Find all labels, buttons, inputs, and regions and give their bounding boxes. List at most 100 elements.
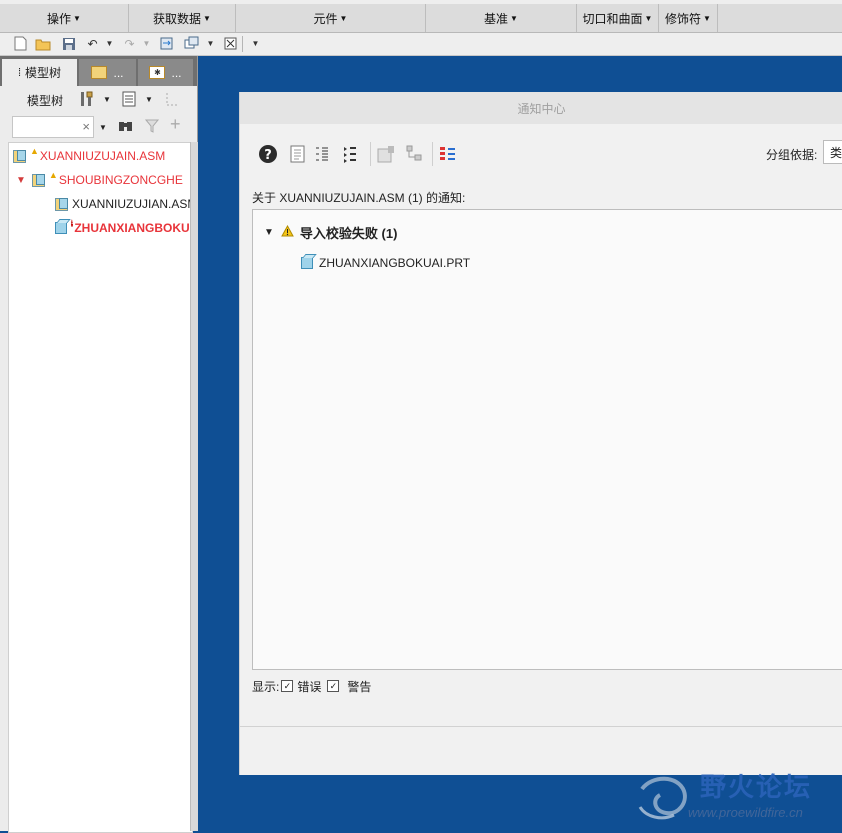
tree-icon: ⁞ xyxy=(17,66,22,79)
tree-item-label: SHOUBINGZONCGHE xyxy=(58,173,183,187)
error-icon: ! xyxy=(71,219,74,227)
svg-text:?: ? xyxy=(264,148,272,163)
settings-dropdown-icon[interactable]: ▼ xyxy=(103,95,111,104)
tab-layers[interactable]: ... xyxy=(79,59,136,86)
undo-icon[interactable]: ↶ xyxy=(84,35,101,52)
regenerate-icon[interactable] xyxy=(158,35,175,52)
close-window-icon[interactable] xyxy=(222,35,239,52)
expand-all-icon[interactable] xyxy=(312,144,332,164)
model-structure-icon[interactable] xyxy=(404,144,424,164)
sort-priority-icon[interactable] xyxy=(438,144,458,164)
clear-search-icon[interactable]: × xyxy=(82,119,90,134)
assembly-icon xyxy=(13,149,26,163)
undo-dropdown-icon[interactable]: ▼ xyxy=(101,35,118,52)
warnings-label: 警告 xyxy=(347,679,372,694)
tree-item-label: ZHUANXIANGBOKUAI.PRT xyxy=(74,221,192,235)
ribbon-group-label: 元件 xyxy=(313,11,338,26)
tab-label: 模型树 xyxy=(25,66,62,80)
watermark-title: 野火论坛 xyxy=(700,773,813,803)
settings-tools-icon[interactable] xyxy=(78,90,96,108)
assembly-icon xyxy=(31,173,45,187)
customize-toolbar-icon[interactable]: ▼ xyxy=(247,35,264,52)
windows-dropdown-icon[interactable]: ▼ xyxy=(202,35,219,52)
redo-icon[interactable]: ↷ xyxy=(121,35,138,52)
errors-label: 错误 xyxy=(297,679,322,694)
search-dropdown-icon[interactable]: ▼ xyxy=(99,123,107,132)
show-list-icon[interactable] xyxy=(120,90,138,108)
warning-icon: ▲ xyxy=(48,170,58,180)
warning-icon: ▲ xyxy=(30,146,39,156)
details-icon[interactable] xyxy=(288,144,308,164)
dialog-footer-divider xyxy=(240,726,842,727)
chevron-down-icon: ▼ xyxy=(510,13,518,23)
chevron-down-icon: ▼ xyxy=(73,13,81,23)
funnel-filter-icon[interactable] xyxy=(144,117,160,135)
show-label: 显示: xyxy=(252,679,280,694)
find-binoculars-icon[interactable] xyxy=(117,117,135,135)
model-tree: ▲ XUANNIUZUJAIN.ASM ▼ ▲ SHOUBINGZONCGHE … xyxy=(8,142,193,833)
open-folder-icon[interactable] xyxy=(34,35,51,52)
ribbon-group-label: 获取数据 xyxy=(153,11,202,26)
tree-row[interactable]: ▼ ▲ SHOUBINGZONCGHE xyxy=(16,169,192,191)
ribbon-group-label: 基准 xyxy=(484,11,509,26)
panel-splitter[interactable] xyxy=(190,142,198,831)
warning-triangle-icon xyxy=(281,224,294,240)
part-icon xyxy=(55,222,67,234)
watermark-logo xyxy=(638,776,687,820)
tree-item-label: XUANNIUZUJAIN.ASM xyxy=(39,149,166,163)
collapse-all-icon[interactable] xyxy=(340,144,360,164)
star-folder-icon: ✱ xyxy=(149,66,166,79)
group-by-select[interactable]: 类 xyxy=(823,140,842,164)
filter-tree-icon[interactable] xyxy=(164,90,182,108)
notification-item[interactable]: ZHUANXIANGBOKUAI.PRT xyxy=(301,255,470,271)
group-by-value: 类 xyxy=(830,145,842,160)
panel-tabs: ⁞ 模型树 ... ✱ ... xyxy=(0,56,197,86)
save-icon[interactable] xyxy=(60,35,77,52)
group-by-label: 分组依据: xyxy=(766,148,818,162)
info-document-icon[interactable] xyxy=(376,144,396,164)
tab-favorites[interactable]: ✱ ... xyxy=(138,59,193,86)
ribbon-group-label: 操作 xyxy=(47,11,72,26)
expand-caret-icon[interactable]: ▼ xyxy=(264,227,274,238)
notifications-heading: 关于 XUANNIUZUJAIN.ASM (1) 的通知: xyxy=(252,191,466,205)
group-label: 导入校验失败 (1) xyxy=(299,225,398,241)
tab-label: ... xyxy=(171,65,182,80)
ribbon-group-components[interactable]: 元件 ▼ xyxy=(236,4,426,32)
chevron-down-icon: ▼ xyxy=(339,13,348,23)
help-icon[interactable]: ? xyxy=(258,144,278,164)
toolbar-divider xyxy=(242,36,243,52)
ribbon-group-get-data[interactable]: 获取数据 ▼ xyxy=(129,4,236,32)
errors-checkbox[interactable]: ✓ xyxy=(281,680,294,692)
ribbon-group-operations[interactable]: 操作 ▼ xyxy=(0,4,129,32)
windows-icon[interactable] xyxy=(183,35,200,52)
dialog-title: 通知中心 xyxy=(240,92,842,124)
ribbon-group-label: 切口和曲面 xyxy=(582,11,643,26)
tree-item-label: XUANNIUZUJIAN.ASM xyxy=(72,197,192,211)
add-plus-icon[interactable]: + xyxy=(170,114,181,135)
ribbon-bar: 操作 ▼ 获取数据 ▼ 元件 ▼ 基准 ▼ 切口和曲面 ▼ 修饰符 ▼ xyxy=(0,0,842,33)
chevron-down-icon: ▼ xyxy=(203,13,211,23)
tree-row[interactable]: XUANNIUZUJIAN.ASM xyxy=(55,193,192,215)
warnings-checkbox[interactable]: ✓ xyxy=(327,680,340,692)
ribbon-group-modifiers[interactable]: 修饰符 ▼ xyxy=(659,4,718,32)
ribbon-group-label: 修饰符 xyxy=(665,11,702,26)
notifications-list: ▼ 导入校验失败 (1) ZHUANXIANGBOKUAI.PRT xyxy=(252,209,842,670)
redo-dropdown-icon[interactable]: ▼ xyxy=(138,35,155,52)
notification-item-label: ZHUANXIANGBOKUAI.PRT xyxy=(319,256,471,270)
dialog-toolbar: ? 分组依据: 类 xyxy=(252,136,842,172)
tree-row[interactable]: ▲ XUANNIUZUJAIN.ASM xyxy=(13,145,191,167)
part-icon xyxy=(301,257,313,269)
toolbar-divider xyxy=(370,142,371,166)
notification-group[interactable]: ▼ 导入校验失败 (1) xyxy=(264,224,398,241)
tab-model-tree[interactable]: ⁞ 模型树 xyxy=(2,59,77,86)
tree-row[interactable]: ! ZHUANXIANGBOKUAI.PRT xyxy=(55,217,192,239)
layers-icon xyxy=(91,66,108,79)
chevron-down-icon: ▼ xyxy=(703,13,711,23)
new-file-icon[interactable] xyxy=(12,35,29,52)
show-dropdown-icon[interactable]: ▼ xyxy=(145,95,153,104)
tree-search-input[interactable]: × xyxy=(12,116,94,138)
ribbon-group-cuts-surfaces[interactable]: 切口和曲面 ▼ xyxy=(577,4,659,32)
chevron-down-icon: ▼ xyxy=(644,13,653,23)
ribbon-group-datum[interactable]: 基准 ▼ xyxy=(426,4,577,32)
expand-caret-icon[interactable]: ▼ xyxy=(16,175,26,186)
